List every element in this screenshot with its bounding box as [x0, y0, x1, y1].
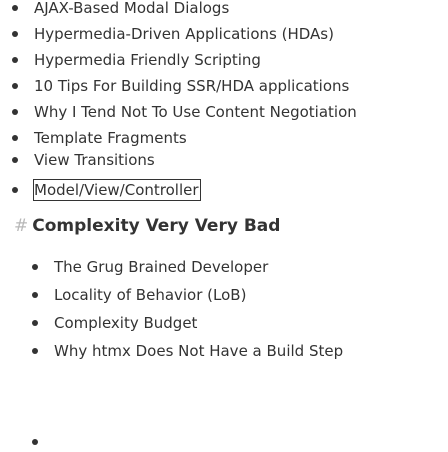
- bullet-icon: [32, 320, 38, 326]
- list-item-label[interactable]: Why I Tend Not To Use Content Negotiatio…: [34, 102, 357, 122]
- list-item-focused[interactable]: Model/View/Controller: [12, 179, 201, 201]
- bullet-icon: [32, 439, 38, 445]
- list-item-label[interactable]: Template Fragments: [34, 128, 187, 148]
- bullet-icon: [12, 109, 18, 115]
- list-item-label[interactable]: Why htmx Does Not Have a Build Step: [54, 341, 343, 361]
- list-item[interactable]: View Transitions: [12, 150, 155, 170]
- bullet-icon: [12, 57, 18, 63]
- list-item[interactable]: Hypermedia-Driven Applications (HDAs): [12, 24, 334, 44]
- list-item[interactable]: Locality of Behavior (LoB): [32, 285, 246, 305]
- anchor-hash[interactable]: #: [14, 216, 28, 236]
- list-item[interactable]: 10 Tips For Building SSR/HDA application…: [12, 76, 349, 96]
- bullet-icon: [32, 348, 38, 354]
- bullet-icon: [12, 187, 18, 193]
- list-item-label[interactable]: Locality of Behavior (LoB): [54, 285, 246, 305]
- bullet-icon: [32, 292, 38, 298]
- section-title: Complexity Very Very Bad: [32, 216, 281, 236]
- list-item[interactable]: AJAX-Based Modal Dialogs: [12, 0, 229, 18]
- list-item-label[interactable]: Model/View/Controller: [33, 179, 201, 201]
- list-item-label[interactable]: The Grug Brained Developer: [54, 257, 268, 277]
- list-item-label[interactable]: View Transitions: [34, 150, 155, 170]
- list-item[interactable]: Why htmx Does Not Have a Build Step: [32, 341, 343, 361]
- bullet-icon: [12, 157, 18, 163]
- bullet-icon: [12, 135, 18, 141]
- list-item-label[interactable]: 10 Tips For Building SSR/HDA application…: [34, 76, 349, 96]
- list-item[interactable]: Complexity Budget: [32, 313, 197, 333]
- bullet-icon: [12, 31, 18, 37]
- list-item[interactable]: Hypermedia Friendly Scripting: [12, 50, 261, 70]
- bullet-icon: [12, 83, 18, 89]
- list-item-label[interactable]: AJAX-Based Modal Dialogs: [34, 0, 229, 18]
- docs-page: AJAX-Based Modal Dialogs Hypermedia-Driv…: [0, 0, 448, 448]
- bullet-icon: [32, 264, 38, 270]
- list-item-label[interactable]: Complexity Budget: [54, 313, 197, 333]
- bullet-icon: [12, 5, 18, 11]
- list-item-label[interactable]: Hypermedia-Driven Applications (HDAs): [34, 24, 334, 44]
- list-item[interactable]: Template Fragments: [12, 128, 187, 148]
- list-item[interactable]: The Grug Brained Developer: [32, 257, 268, 277]
- section-heading: # Complexity Very Very Bad: [14, 216, 280, 236]
- list-item[interactable]: Why I Tend Not To Use Content Negotiatio…: [12, 102, 357, 122]
- list-item-label[interactable]: Hypermedia Friendly Scripting: [34, 50, 261, 70]
